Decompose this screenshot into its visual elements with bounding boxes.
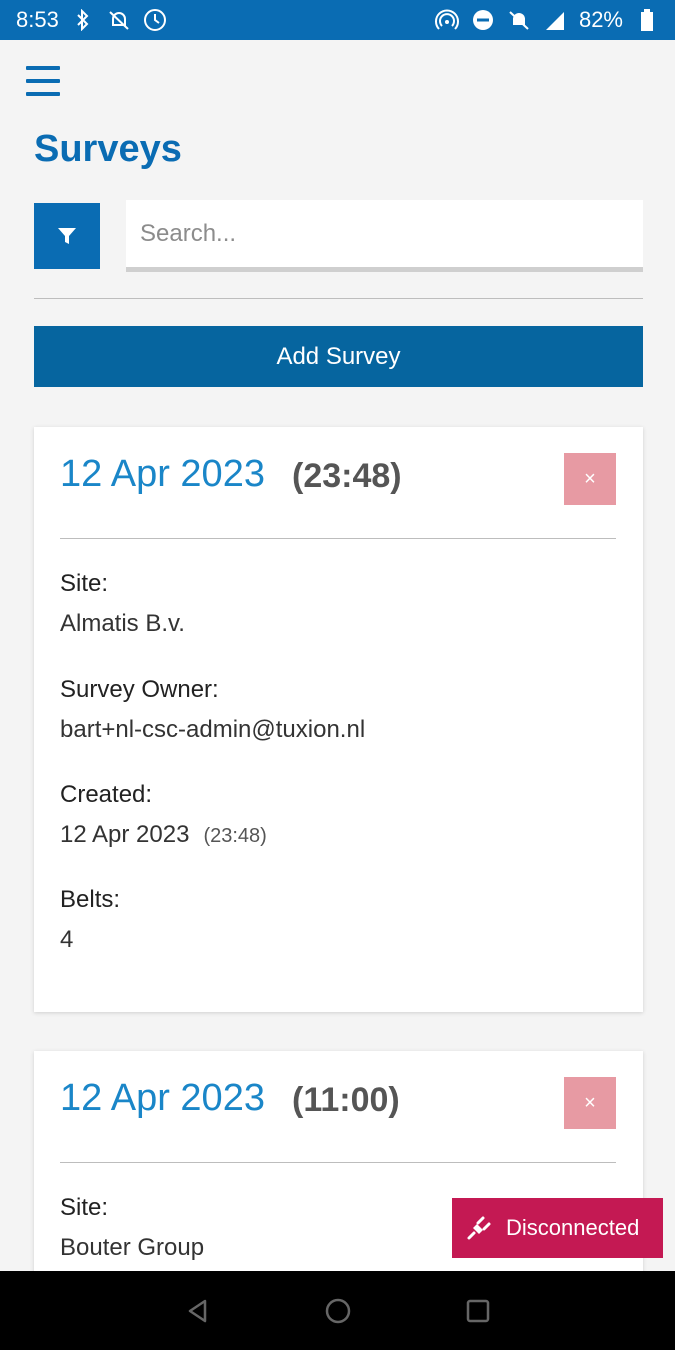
site-value: Bouter Group	[60, 1234, 205, 1261]
created-date: 12 Apr 2023	[60, 821, 190, 848]
hamburger-menu-icon[interactable]	[26, 66, 60, 96]
owner-label: Survey Owner:	[60, 676, 219, 703]
created-time: (23:48)	[203, 825, 267, 847]
card-divider	[60, 1162, 616, 1163]
battery-level: 82%	[578, 7, 623, 32]
created-value: 12 Apr 2023 (23:48)	[60, 821, 267, 849]
created-label: Created:	[60, 781, 153, 808]
bluetooth-icon	[71, 8, 95, 32]
divider	[34, 298, 643, 299]
battery-icon	[635, 8, 659, 32]
alarm-icon	[143, 8, 167, 32]
site-label: Site:	[60, 1194, 109, 1221]
add-survey-button[interactable]: Add Survey	[34, 326, 643, 387]
card-divider	[60, 538, 616, 539]
survey-card[interactable]: 12 Apr 2023 (23:48) × Site: Almatis B.v.…	[34, 427, 643, 1012]
signal-icon	[543, 8, 567, 32]
belts-value: 4	[60, 926, 74, 953]
notifications-off-icon	[107, 8, 131, 32]
site-label: Site:	[60, 570, 109, 597]
owner-value: bart+nl-csc-admin@tuxion.nl	[60, 716, 366, 743]
status-time: 8:53	[16, 7, 59, 32]
survey-date: 12 Apr 2023	[60, 1077, 265, 1119]
home-icon[interactable]	[322, 1295, 354, 1327]
survey-date: 12 Apr 2023	[60, 453, 265, 495]
toast-label: Disconnected	[506, 1215, 640, 1240]
navigation-bar	[0, 1271, 675, 1350]
survey-time: (23:48)	[292, 457, 402, 495]
filter-icon	[58, 228, 76, 244]
page-title: Surveys	[34, 128, 182, 170]
filter-button[interactable]	[34, 203, 100, 269]
delete-survey-button[interactable]: ×	[564, 453, 616, 505]
status-bar: 8:53 82%	[0, 0, 675, 40]
recents-icon[interactable]	[462, 1295, 494, 1327]
search-input[interactable]	[126, 200, 643, 272]
do-not-disturb-icon	[471, 8, 495, 32]
hotspot-icon	[434, 8, 459, 32]
site-value: Almatis B.v.	[60, 610, 185, 637]
survey-time: (11:00)	[292, 1081, 400, 1119]
back-icon[interactable]	[182, 1295, 214, 1327]
plug-icon	[467, 1216, 491, 1240]
belts-label: Belts:	[60, 886, 121, 913]
mute-icon	[507, 8, 531, 32]
delete-survey-button[interactable]: ×	[564, 1077, 616, 1129]
disconnected-toast[interactable]: Disconnected	[452, 1198, 663, 1258]
